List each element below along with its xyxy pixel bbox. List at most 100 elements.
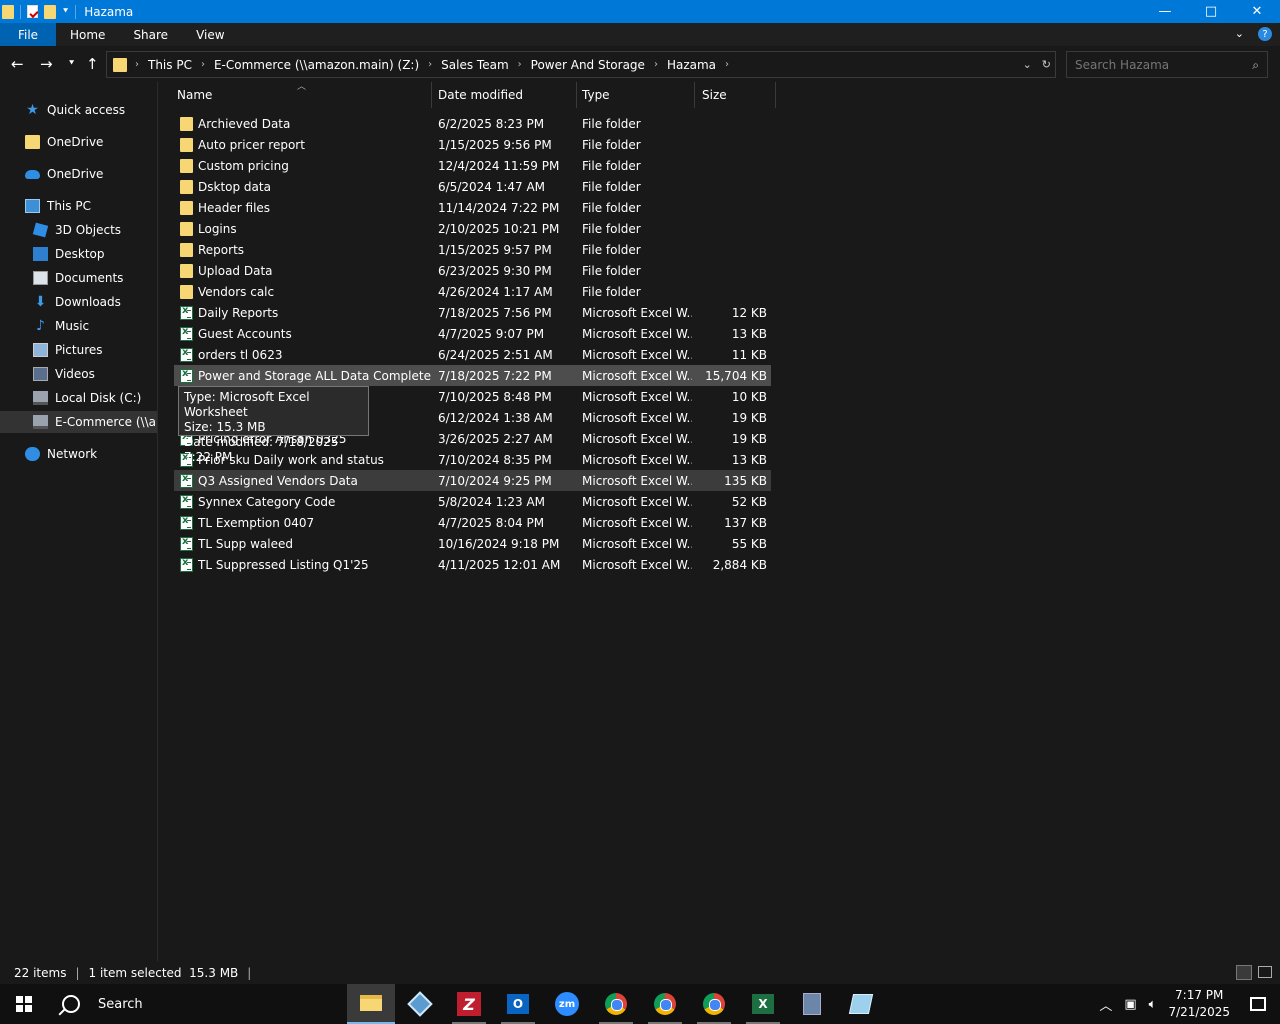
file-row[interactable]: Synnex Category Code 5/8/2024 1:23 AM Micr…: [174, 491, 771, 512]
file-explorer-app[interactable]: [347, 984, 395, 1024]
chevron-right-icon[interactable]: ›: [725, 59, 729, 70]
chevron-down-icon[interactable]: ⌄: [1023, 58, 1032, 71]
network-status-icon[interactable]: ▣: [1124, 997, 1136, 1012]
tab-file[interactable]: File: [0, 23, 56, 46]
file-row[interactable]: Q3 Assigned Vendors Data 7/10/2024 9:25 P…: [174, 470, 771, 491]
excel-app[interactable]: X: [739, 984, 787, 1024]
breadcrumb-this-pc[interactable]: This PC: [148, 58, 192, 72]
sidebar-item-network[interactable]: Network: [25, 443, 97, 465]
search-box[interactable]: ⌕: [1066, 51, 1268, 78]
file-row[interactable]: Guest Accounts 4/7/2025 9:07 PM Microsoft …: [174, 323, 771, 344]
folder-row[interactable]: Auto pricer report 1/15/2025 9:56 PM File …: [174, 134, 771, 155]
folder-row[interactable]: Reports 1/15/2025 9:57 PM File folder: [174, 239, 771, 260]
column-header-name[interactable]: Name: [177, 82, 432, 108]
sidebar-item-onedrive-personal[interactable]: OneDrive: [25, 131, 103, 153]
up-arrow-icon[interactable]: ↑: [86, 55, 99, 73]
sidebar-item-videos[interactable]: Videos: [33, 363, 95, 385]
file-row[interactable]: Daily Reports 7/18/2025 7:56 PM Microsoft …: [174, 302, 771, 323]
recent-locations-icon[interactable]: ⯆: [68, 59, 75, 69]
file-row[interactable]: orders tl 0623 6/24/2025 2:51 AM Microsoft…: [174, 344, 771, 365]
column-header-date-modified[interactable]: Date modified: [438, 82, 578, 108]
tab-home[interactable]: Home: [56, 28, 119, 42]
sidebar-item-onedrive[interactable]: OneDrive: [25, 163, 103, 185]
file-row[interactable]: TL Supp waleed 10/16/2024 9:18 PM Microsof…: [174, 533, 771, 554]
breadcrumb-drive[interactable]: E-Commerce (\\amazon.main) (Z:): [214, 58, 419, 72]
sidebar-item-desktop[interactable]: Desktop: [33, 243, 105, 265]
forward-arrow-icon[interactable]: →: [40, 55, 53, 73]
notes-icon: [848, 994, 874, 1014]
sidebar-item-e-commerce-drive[interactable]: E-Commerce (\\amazon.main) (Z:): [0, 411, 157, 433]
file-row[interactable]: Power and Storage ALL Data Complete Q3 7/…: [174, 365, 771, 386]
details-view-icon[interactable]: [1236, 965, 1252, 980]
file-row[interactable]: TL Exemption 0407 4/7/2025 8:04 PM Microso…: [174, 512, 771, 533]
chrome-app-3[interactable]: [690, 984, 738, 1024]
calculator-app[interactable]: [788, 984, 836, 1024]
volume-icon[interactable]: 🔈︎: [1149, 997, 1157, 1012]
sidebar-item-3d-objects[interactable]: 3D Objects: [32, 219, 121, 241]
column-divider[interactable]: [431, 82, 432, 108]
folder-row[interactable]: Logins 2/10/2025 10:21 PM File folder: [174, 218, 771, 239]
file-name: Daily Reports: [198, 305, 279, 320]
folder-row[interactable]: Custom pricing 12/4/2024 11:59 PM File fol…: [174, 155, 771, 176]
column-divider[interactable]: [694, 82, 695, 108]
column-header-size[interactable]: Size: [702, 82, 772, 108]
folder-row[interactable]: Dsktop data 6/5/2024 1:47 AM File folder: [174, 176, 771, 197]
clock[interactable]: 7:17 PM 7/21/2025: [1168, 987, 1230, 1021]
show-hidden-icons-icon[interactable]: ︿: [1099, 995, 1112, 1014]
folder-row[interactable]: Header files 11/14/2024 7:22 PM File folde…: [174, 197, 771, 218]
outlook-app[interactable]: O: [494, 984, 542, 1024]
close-button[interactable]: ✕: [1234, 0, 1280, 23]
file-date-modified: 7/18/2025 7:22 PM: [438, 368, 552, 383]
expand-ribbon-icon[interactable]: ⌄: [1235, 27, 1244, 41]
chrome-app-2[interactable]: [641, 984, 689, 1024]
maximize-button[interactable]: □: [1188, 0, 1234, 23]
folder-icon: [113, 57, 127, 72]
sidebar-item-pictures[interactable]: Pictures: [33, 339, 103, 361]
window-title: Hazama: [84, 4, 134, 19]
zoom-app[interactable]: zm: [543, 984, 591, 1024]
sidebar-item-documents[interactable]: Documents: [33, 267, 123, 289]
taskbar-search[interactable]: Search: [48, 984, 346, 1024]
folder-row[interactable]: Upload Data 6/23/2025 9:30 PM File folder: [174, 260, 771, 281]
folder-row[interactable]: Archieved Data 6/2/2025 8:23 PM File folde…: [174, 113, 771, 134]
chrome-app-1[interactable]: [592, 984, 640, 1024]
customize-toolbar-icon[interactable]: ⯆: [62, 7, 69, 17]
column-divider[interactable]: [775, 82, 776, 108]
filezilla-app[interactable]: Z: [445, 984, 493, 1024]
back-arrow-icon[interactable]: ←: [11, 55, 24, 73]
chevron-right-icon[interactable]: ›: [135, 59, 139, 70]
breadcrumb-power-and-storage[interactable]: Power And Storage: [531, 58, 645, 72]
file-type: File folder: [582, 179, 641, 194]
properties-icon[interactable]: [27, 5, 38, 18]
sidebar-item-downloads[interactable]: ⬇ Downloads: [33, 291, 121, 313]
chevron-right-icon[interactable]: ›: [428, 59, 432, 70]
start-button[interactable]: [0, 984, 48, 1024]
file-name: TL Suppressed Listing Q1'25: [198, 557, 369, 572]
tab-share[interactable]: Share: [119, 28, 182, 42]
tab-view[interactable]: View: [182, 28, 238, 42]
refresh-icon[interactable]: ↻: [1042, 58, 1051, 71]
notes-app[interactable]: [837, 984, 885, 1024]
sidebar-item-quick-access[interactable]: ★ Quick access: [25, 99, 125, 121]
sidebar-item-this-pc[interactable]: This PC: [25, 195, 91, 217]
file-row[interactable]: TL Suppressed Listing Q1'25 4/11/2025 12:…: [174, 554, 771, 575]
minimize-button[interactable]: —: [1142, 0, 1188, 23]
chevron-right-icon[interactable]: ›: [201, 59, 205, 70]
sidebar-item-music[interactable]: ♪ Music: [33, 315, 89, 337]
chevron-right-icon[interactable]: ›: [518, 59, 522, 70]
folder-row[interactable]: Vendors calc 4/26/2024 1:17 AM File folder: [174, 281, 771, 302]
breadcrumb-hazama[interactable]: Hazama: [667, 58, 716, 72]
new-folder-icon[interactable]: [44, 4, 56, 19]
large-icons-view-icon[interactable]: [1258, 966, 1272, 978]
help-icon[interactable]: ?: [1258, 27, 1272, 41]
search-input[interactable]: [1075, 57, 1235, 72]
address-bar[interactable]: › This PC › E-Commerce (\\amazon.main) (…: [106, 51, 1056, 78]
sidebar-item-local-disk[interactable]: Local Disk (C:): [33, 387, 141, 409]
chevron-right-icon[interactable]: ›: [654, 59, 658, 70]
column-divider[interactable]: [576, 82, 577, 108]
notifications-icon[interactable]: [1250, 997, 1266, 1011]
excel-file-icon: [180, 515, 193, 530]
column-header-type[interactable]: Type: [582, 82, 692, 108]
app-gem[interactable]: [396, 984, 444, 1024]
breadcrumb-sales-team[interactable]: Sales Team: [441, 58, 508, 72]
